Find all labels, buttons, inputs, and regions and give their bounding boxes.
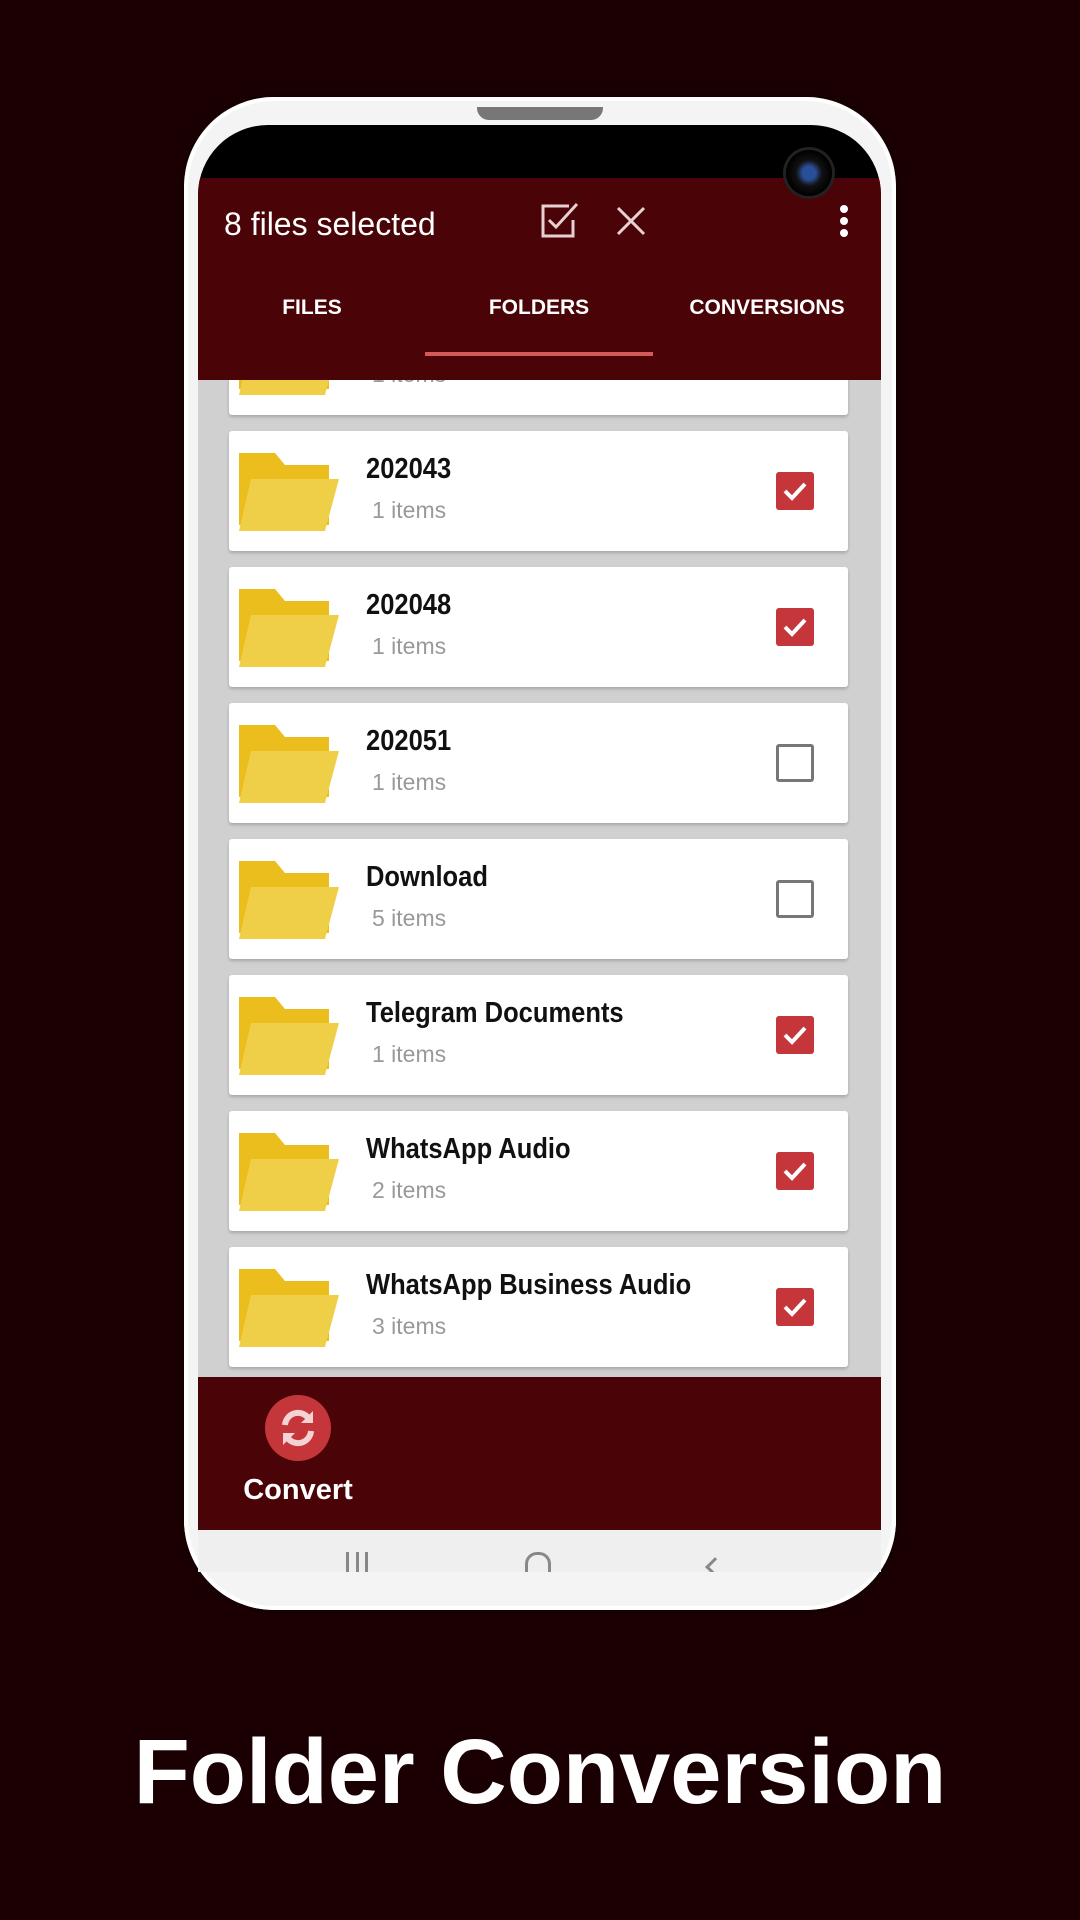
tab-folders[interactable]: FOLDERS xyxy=(425,296,653,320)
folder-item-count: 1 items xyxy=(372,769,447,795)
folder-item-count: 1 items xyxy=(372,633,447,659)
folder-item-count: 1 items xyxy=(372,380,446,388)
phone-screen: 8 files selected FILES FOLDERS CONVERSIO… xyxy=(198,125,881,1572)
folder-list[interactable]: 1 items 202043 1 items 202048 1 items 20… xyxy=(198,380,881,1377)
camera-icon xyxy=(786,150,832,196)
folder-list-item[interactable]: 1 items xyxy=(229,380,848,415)
close-icon[interactable] xyxy=(615,205,647,237)
folder-checkbox[interactable] xyxy=(776,472,814,510)
promo-caption: Folder Conversion xyxy=(133,1721,947,1823)
folder-checkbox[interactable] xyxy=(776,1288,814,1326)
folder-list-item[interactable]: WhatsApp Business Audio 3 items xyxy=(229,1247,848,1367)
folder-icon xyxy=(239,725,339,803)
folder-item-count: 1 items xyxy=(372,1041,447,1067)
back-icon[interactable] xyxy=(705,1557,725,1572)
selection-title: 8 files selected xyxy=(224,206,436,242)
folder-name: 202048 xyxy=(366,589,452,621)
system-nav-bar xyxy=(198,1530,881,1572)
folder-icon xyxy=(239,861,339,939)
refresh-icon[interactable] xyxy=(265,1395,331,1461)
tab-conversions[interactable]: CONVERSIONS xyxy=(653,296,881,320)
folder-checkbox[interactable] xyxy=(776,880,814,918)
folder-name: 202051 xyxy=(366,725,452,757)
home-icon[interactable] xyxy=(525,1552,551,1572)
folder-name: Telegram Documents xyxy=(366,997,624,1029)
folder-icon xyxy=(239,997,339,1075)
folder-icon xyxy=(239,589,339,667)
folder-name: 202043 xyxy=(366,453,452,485)
convert-label: Convert xyxy=(243,1474,353,1506)
active-tab-indicator xyxy=(425,352,653,356)
folder-name: Download xyxy=(366,861,488,893)
phone-speaker xyxy=(477,107,603,120)
folder-list-item[interactable]: Download 5 items xyxy=(229,839,848,959)
app-bar: 8 files selected FILES FOLDERS CONVERSIO… xyxy=(198,178,881,380)
folder-item-count: 1 items xyxy=(372,497,447,523)
folder-checkbox[interactable] xyxy=(776,608,814,646)
folder-checkbox[interactable] xyxy=(776,744,814,782)
folder-list-item[interactable]: Telegram Documents 1 items xyxy=(229,975,848,1095)
folder-list-item[interactable]: WhatsApp Audio 2 items xyxy=(229,1111,848,1231)
folder-icon xyxy=(239,1133,339,1211)
folder-list-item[interactable]: 202048 1 items xyxy=(229,567,848,687)
folder-icon xyxy=(239,380,330,395)
recent-apps-icon[interactable] xyxy=(346,1552,368,1572)
folder-name: WhatsApp Audio xyxy=(366,1133,571,1165)
tab-files[interactable]: FILES xyxy=(198,296,426,320)
more-options-icon[interactable] xyxy=(838,203,850,239)
bottom-bar: Convert xyxy=(198,1377,881,1530)
folder-list-item[interactable]: 202043 1 items xyxy=(229,431,848,551)
folder-checkbox[interactable] xyxy=(776,1152,814,1190)
folder-icon xyxy=(239,453,339,531)
folder-list-item[interactable]: 202051 1 items xyxy=(229,703,848,823)
folder-item-count: 3 items xyxy=(372,1313,447,1339)
folder-icon xyxy=(239,1269,339,1347)
folder-item-count: 2 items xyxy=(372,1177,447,1203)
folder-item-count: 5 items xyxy=(372,905,447,931)
folder-checkbox[interactable] xyxy=(776,1016,814,1054)
folder-name: WhatsApp Business Audio xyxy=(366,1269,692,1301)
select-all-icon[interactable] xyxy=(539,200,579,240)
